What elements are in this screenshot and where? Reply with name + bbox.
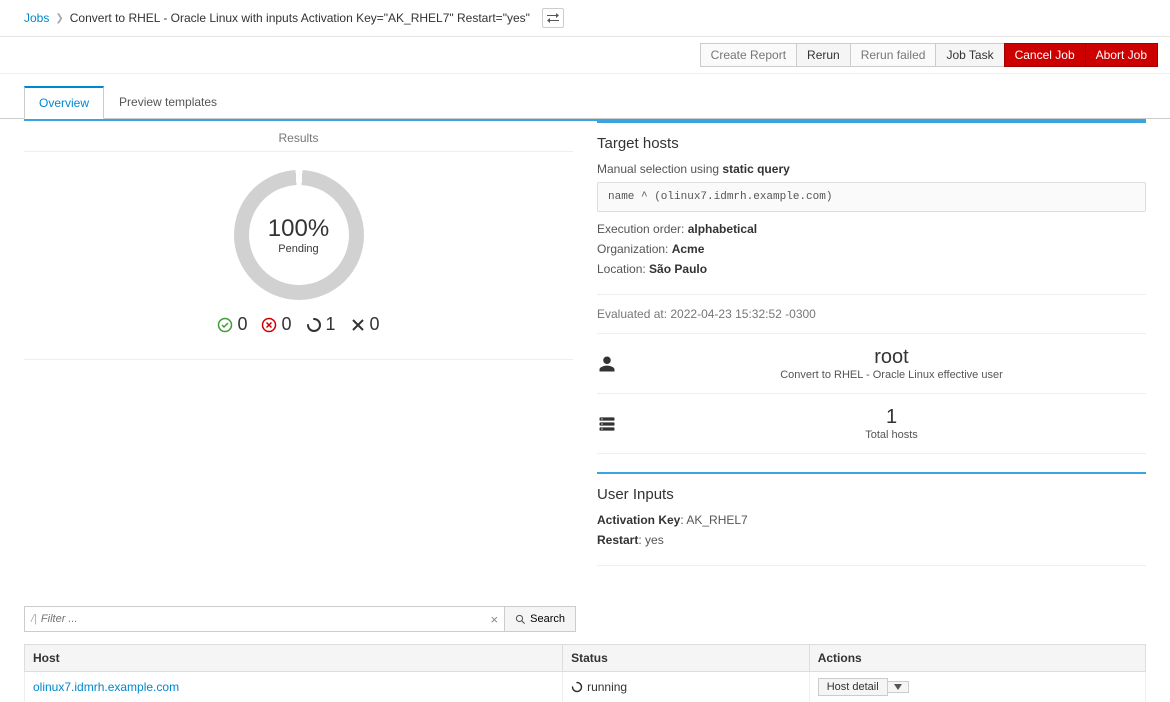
running-icon	[306, 317, 322, 333]
results-percent: 100%	[268, 215, 329, 243]
times-icon	[350, 317, 366, 333]
table-header-row: Host Status Actions	[25, 645, 1146, 672]
breadcrumb-root-link[interactable]: Jobs	[24, 11, 49, 25]
breadcrumb: Jobs ❯ Convert to RHEL - Oracle Linux wi…	[0, 0, 1170, 37]
total-hosts-value: 1	[637, 406, 1146, 429]
results-heading: Results	[24, 121, 573, 152]
host-detail-button[interactable]: Host detail	[818, 678, 888, 696]
organization: Organization: Acme	[597, 242, 1146, 256]
host-actions-dropdown[interactable]	[888, 681, 909, 693]
counter-failed[interactable]: 0	[261, 314, 291, 335]
effective-user-value: root	[637, 346, 1146, 369]
tab-overview[interactable]: Overview	[24, 86, 104, 119]
col-actions: Actions	[809, 645, 1145, 672]
effective-user-row: root Convert to RHEL - Oracle Linux effe…	[597, 334, 1146, 394]
counter-cancelled[interactable]: 0	[350, 314, 380, 335]
counter-success[interactable]: 0	[217, 314, 247, 335]
search-button[interactable]: Search	[505, 606, 576, 632]
total-hosts-row: 1 Total hosts	[597, 394, 1146, 454]
location: Location: São Paulo	[597, 262, 1146, 276]
input-restart: Restart: yes	[597, 533, 1146, 547]
slash-hint: /|	[31, 613, 37, 625]
breadcrumb-current: Convert to RHEL - Oracle Linux with inpu…	[70, 11, 530, 25]
input-activation-key: Activation Key: AK_RHEL7	[597, 513, 1146, 527]
results-donut-chart: 100% Pending	[234, 170, 364, 300]
counter-failed-value: 0	[281, 314, 291, 335]
status-text: running	[587, 680, 627, 694]
running-icon	[571, 681, 583, 693]
job-task-button[interactable]: Job Task	[935, 43, 1004, 67]
hosts-table: Host Status Actions olinux7.idmrh.exampl…	[24, 644, 1146, 702]
target-hosts-heading: Target hosts	[597, 135, 1146, 152]
results-counters: 0 0 1 0	[217, 300, 379, 341]
rerun-failed-button[interactable]: Rerun failed	[850, 43, 937, 67]
filter-input[interactable]	[41, 613, 491, 625]
host-link[interactable]: olinux7.idmrh.example.com	[33, 680, 179, 694]
abort-job-button[interactable]: Abort Job	[1085, 43, 1158, 67]
table-row: olinux7.idmrh.example.com running Host d…	[25, 672, 1146, 702]
check-circle-icon	[217, 317, 233, 333]
evaluated-at: Evaluated at: 2022-04-23 15:32:52 -0300	[597, 295, 1146, 334]
col-status[interactable]: Status	[563, 645, 810, 672]
effective-user-caption: Convert to RHEL - Oracle Linux effective…	[637, 369, 1146, 381]
target-query: name ^ (olinux7.idmrh.example.com)	[597, 182, 1146, 212]
tab-preview-templates[interactable]: Preview templates	[104, 86, 232, 119]
user-inputs-heading: User Inputs	[597, 486, 1146, 503]
page-actions: Create Report Rerun Rerun failed Job Tas…	[0, 37, 1170, 74]
total-hosts-caption: Total hosts	[637, 429, 1146, 441]
user-inputs-section: User Inputs Activation Key: AK_RHEL7 Res…	[597, 472, 1146, 566]
counter-cancelled-value: 0	[370, 314, 380, 335]
execution-order: Execution order: alphabetical	[597, 222, 1146, 236]
search-icon	[515, 614, 526, 625]
rerun-button[interactable]: Rerun	[796, 43, 851, 67]
chevron-right-icon: ❯	[55, 13, 63, 24]
chevron-down-icon	[894, 684, 902, 690]
tabs: Overview Preview templates	[0, 86, 1170, 119]
counter-success-value: 0	[237, 314, 247, 335]
results-status: Pending	[268, 243, 329, 255]
breadcrumb-switcher-button[interactable]	[542, 8, 564, 28]
cancel-job-button[interactable]: Cancel Job	[1004, 43, 1086, 67]
create-report-button[interactable]: Create Report	[700, 43, 797, 67]
clear-filter-icon[interactable]: ×	[491, 612, 499, 627]
counter-pending[interactable]: 1	[306, 314, 336, 335]
status-cell: running	[571, 680, 801, 694]
times-circle-icon	[261, 317, 277, 333]
filter-input-wrap[interactable]: /| ×	[24, 606, 505, 632]
user-icon	[597, 354, 617, 374]
filter-row: /| × Search	[0, 566, 600, 638]
target-hosts-section: Target hosts Manual selection using stat…	[597, 121, 1146, 295]
server-icon	[597, 414, 617, 434]
counter-pending-value: 1	[326, 314, 336, 335]
col-host[interactable]: Host	[25, 645, 563, 672]
exchange-icon	[547, 13, 559, 23]
selection-mode: Manual selection using static query	[597, 162, 1146, 176]
